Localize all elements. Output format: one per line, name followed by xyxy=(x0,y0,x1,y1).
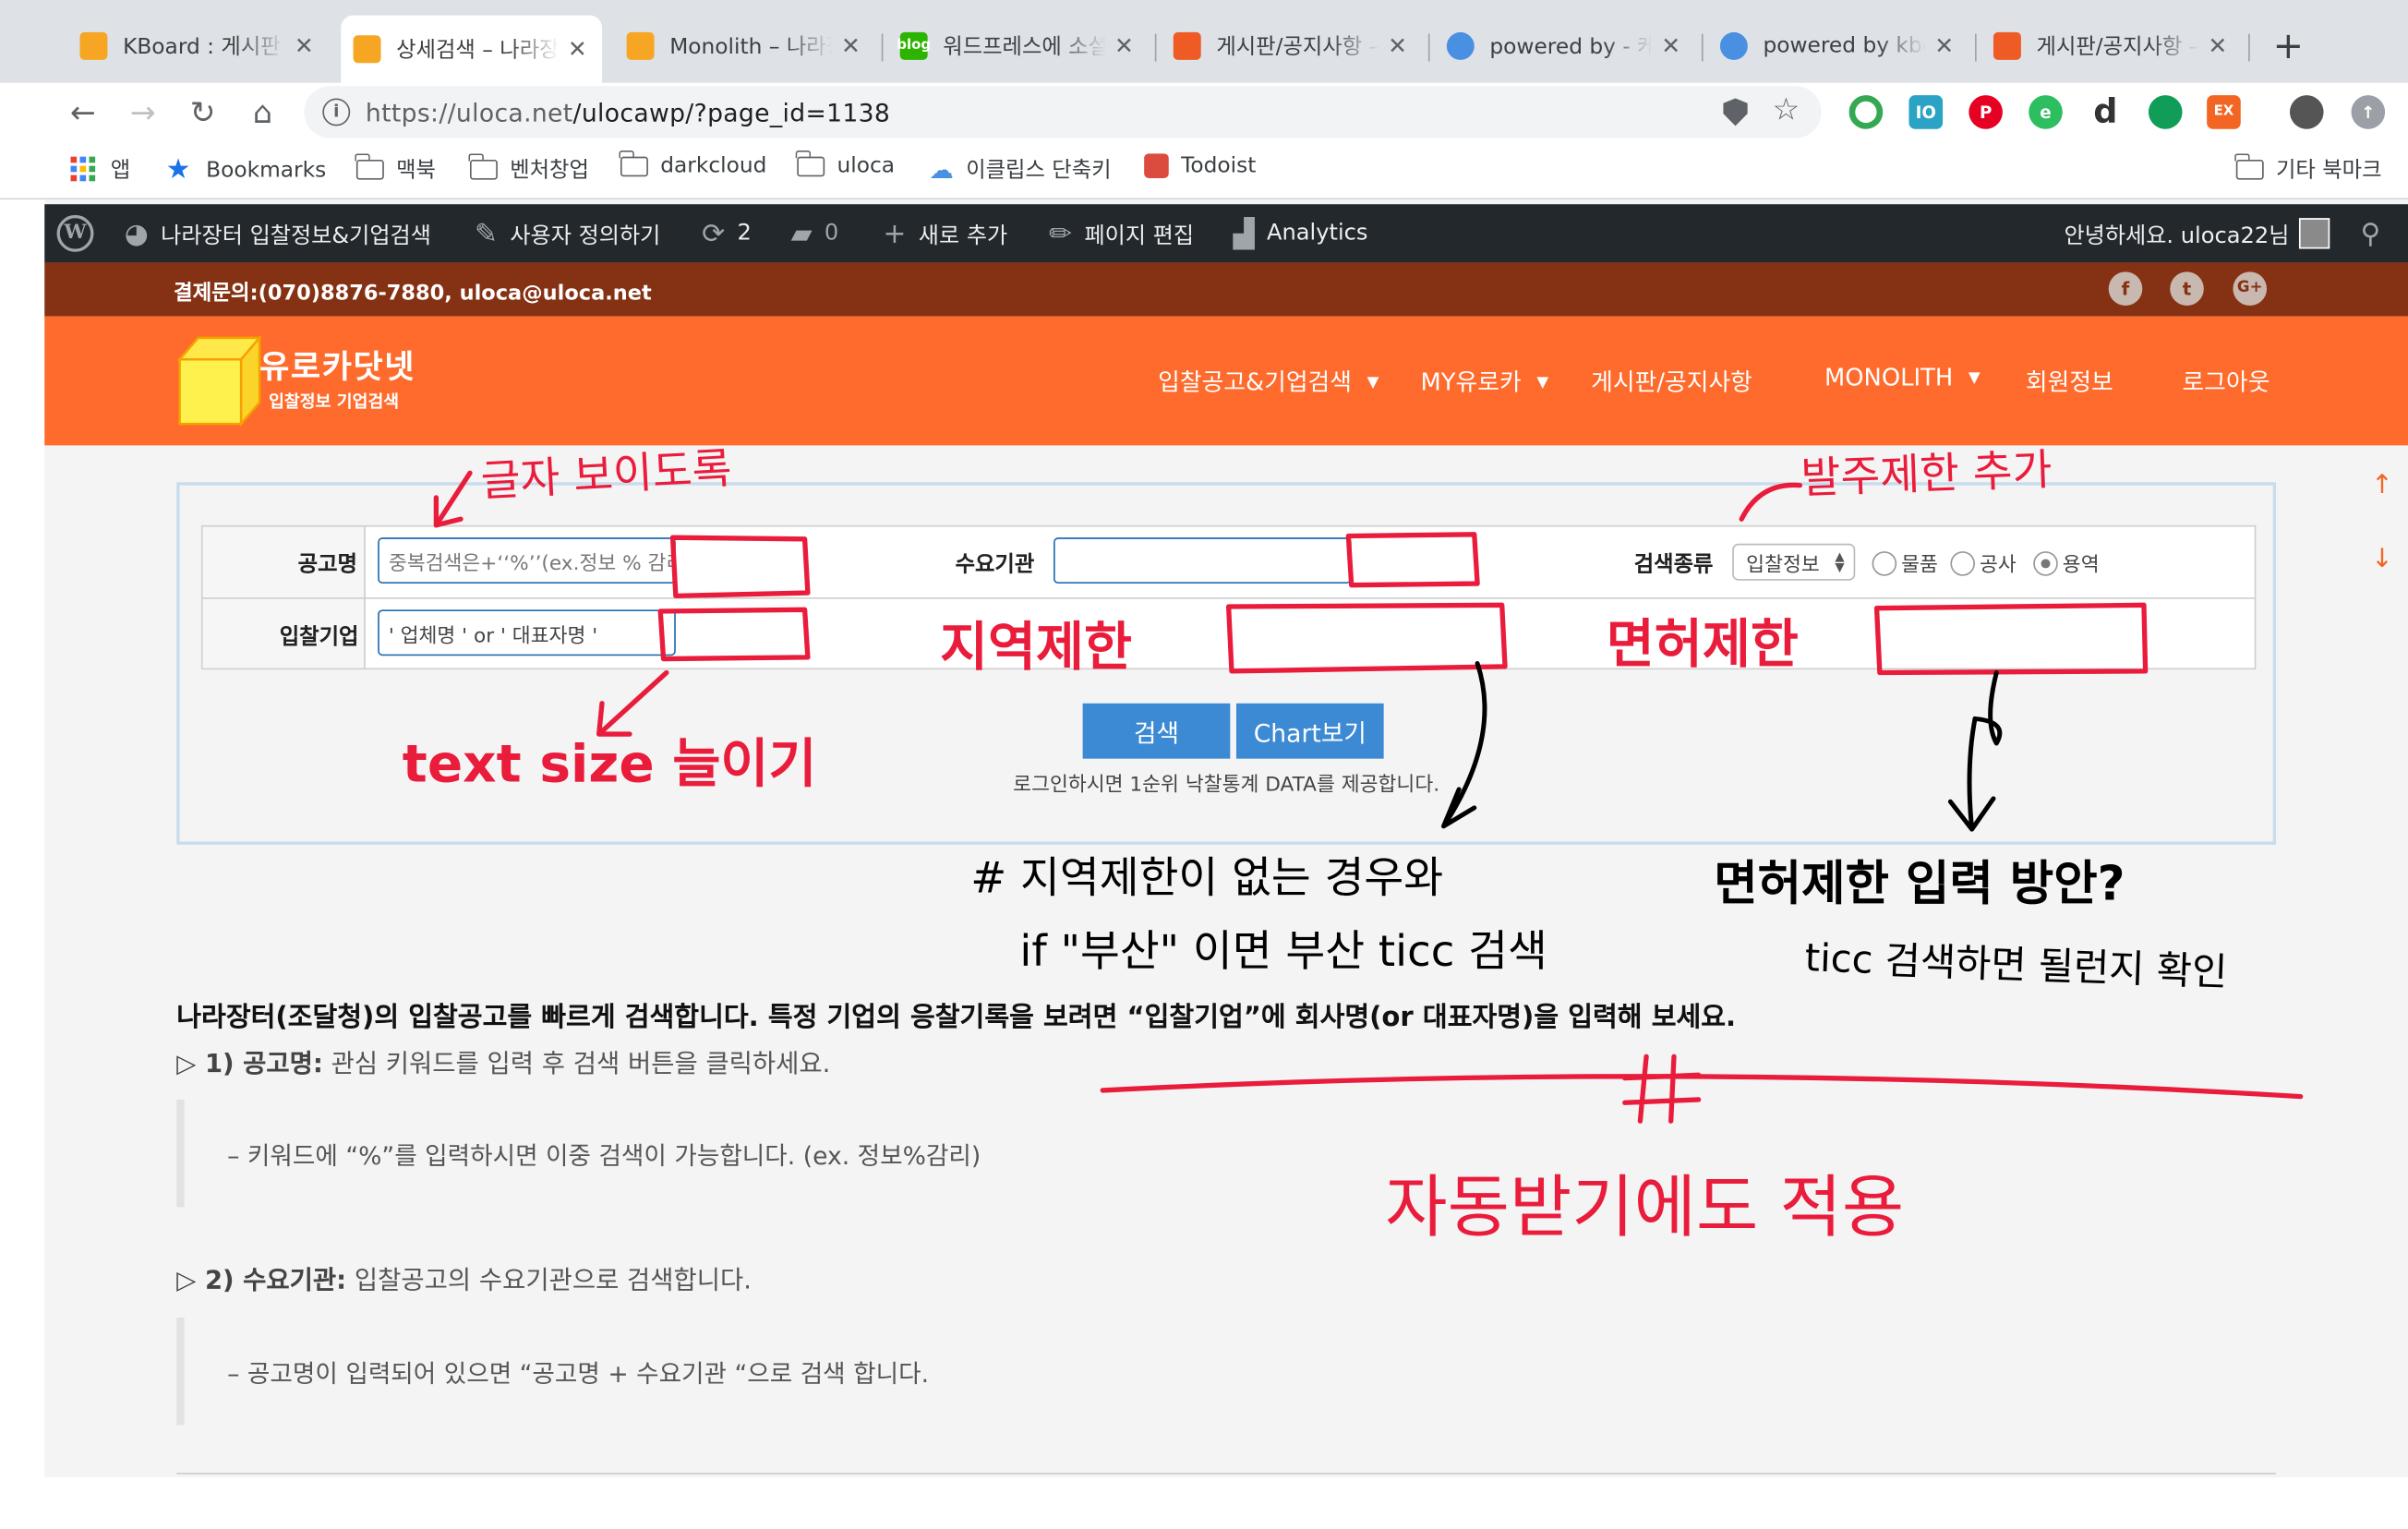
annotation-text: 자동받기에도 적용 xyxy=(1385,1168,1905,1247)
annotation-arrow-license xyxy=(1947,670,2003,832)
annotation-box-company xyxy=(657,607,811,662)
annotation-text: if "부산" 이면 부산 ticc 검색 xyxy=(1019,925,1547,977)
annotation-text: 발주제한 추가 xyxy=(1800,444,2053,504)
annotation-hash xyxy=(1622,1053,1702,1124)
annotation-box-agency xyxy=(1345,532,1480,588)
annotation-text: # 지역제한이 없는 경우와 xyxy=(970,852,1444,904)
annotation-underline xyxy=(1100,1074,2304,1100)
annotation-strokes xyxy=(433,470,2304,1124)
annotation-box-license xyxy=(1873,602,2149,676)
annotation-text: 글자 보이도록 xyxy=(479,442,733,507)
annotation-swoosh xyxy=(1739,482,1803,522)
annotation-text: 면허제한 입력 방안? xyxy=(1714,857,2125,913)
annotation-text: 지역제한 xyxy=(939,617,1133,680)
annotation-arrow-up xyxy=(433,470,473,528)
annotation-text: 면허제한 xyxy=(1606,614,1799,676)
annotation-box-region xyxy=(1225,602,1508,674)
annotation-text: text size 늘이기 xyxy=(402,734,817,796)
annotation-arrow-region xyxy=(1441,661,1487,829)
annotation-box-notice xyxy=(669,535,811,599)
